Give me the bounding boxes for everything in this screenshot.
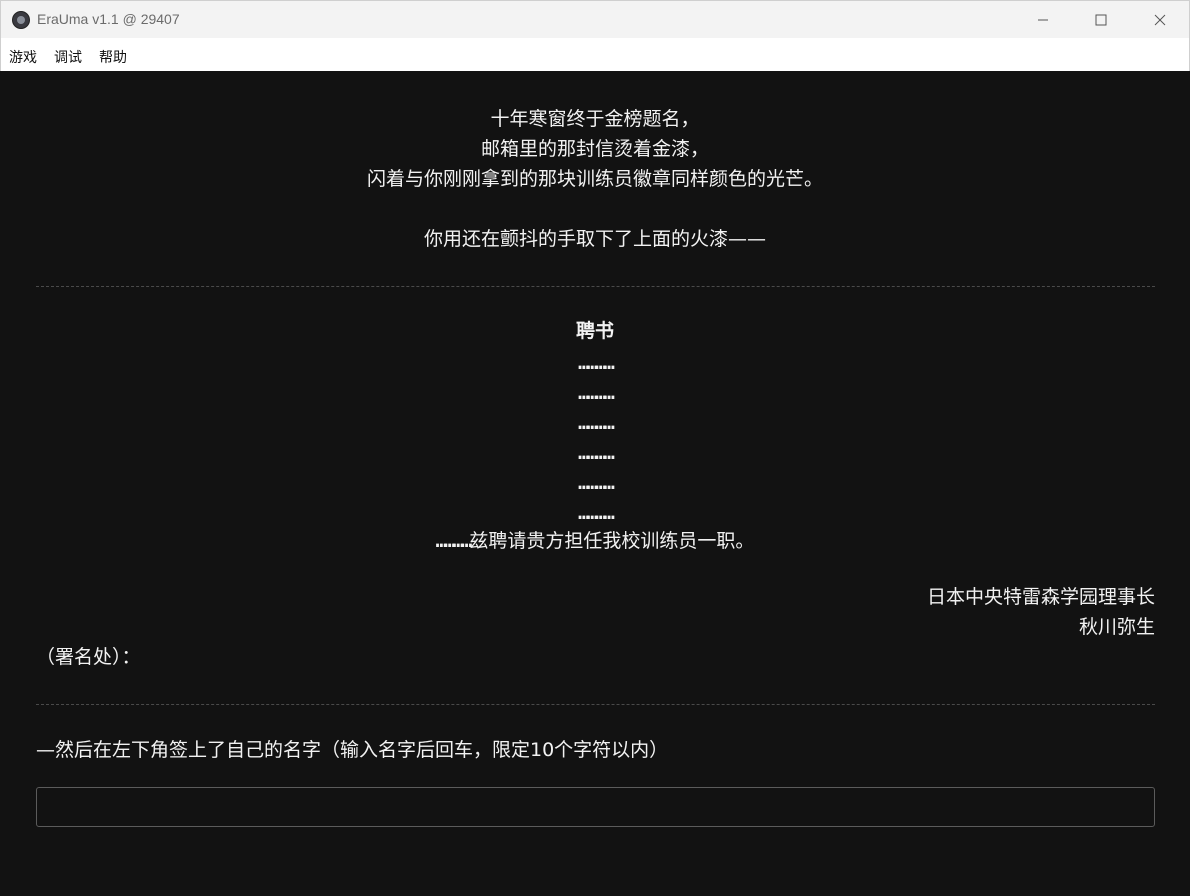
action-line: 你用还在颤抖的手取下了上面的火漆—— [423,228,766,250]
minimize-icon [1037,11,1049,30]
letter-dots-6: ………… [578,502,615,524]
letter-dots-1: ………… [578,352,615,374]
intro-line-3: 闪着与你刚刚拿到的那块训练员徽章同样颜色的光芒。 [366,168,823,190]
intro-line-2: 邮箱里的那封信烫着金漆， [480,138,709,160]
window-titlebar: EraUma v1.1 @ 29407 [0,0,1190,38]
app-icon [12,11,30,29]
letter-body-dots: ………… [435,530,473,552]
close-button[interactable] [1137,1,1183,39]
letter-dots-3: ………… [578,412,615,434]
close-icon [1154,11,1166,30]
signer-title: 日本中央特雷森学园理事长 [926,586,1155,608]
minimize-button[interactable] [1020,1,1066,39]
game-console: 十年寒窗终于金榜题名， 邮箱里的那封信烫着金漆， 闪着与你刚刚拿到的那块训练员徽… [0,71,1190,896]
name-input[interactable] [36,787,1155,827]
divider-bottom [36,704,1155,705]
window-title: EraUma v1.1 @ 29407 [37,11,180,27]
divider-top [36,286,1155,287]
maximize-button[interactable] [1078,1,1124,39]
signature-label: （署名处）： [36,646,141,668]
letter-body: …………兹聘请贵方担任我校训练员一职。 [0,529,1190,553]
menu-bar: 游戏 调试 帮助 [0,38,1190,71]
menu-item-help[interactable]: 帮助 [99,47,127,67]
letter-body-text: 兹聘请贵方担任我校训练员一职。 [469,530,755,552]
letter-dots-2: ………… [578,382,615,404]
prompt-text: —然后在左下角签上了自己的名字（输入名字后回车，限定10个字符以内） [36,739,669,761]
intro-line-1: 十年寒窗终于金榜题名， [490,108,700,130]
menu-item-debug[interactable]: 调试 [54,47,82,67]
letter-dots-4: ………… [578,442,615,464]
signer-name: 秋川弥生 [1078,616,1155,638]
letter-title: 聘书 [575,320,614,342]
maximize-icon [1095,11,1107,30]
menu-item-game[interactable]: 游戏 [9,47,37,67]
letter-dots-5: ………… [578,472,615,494]
